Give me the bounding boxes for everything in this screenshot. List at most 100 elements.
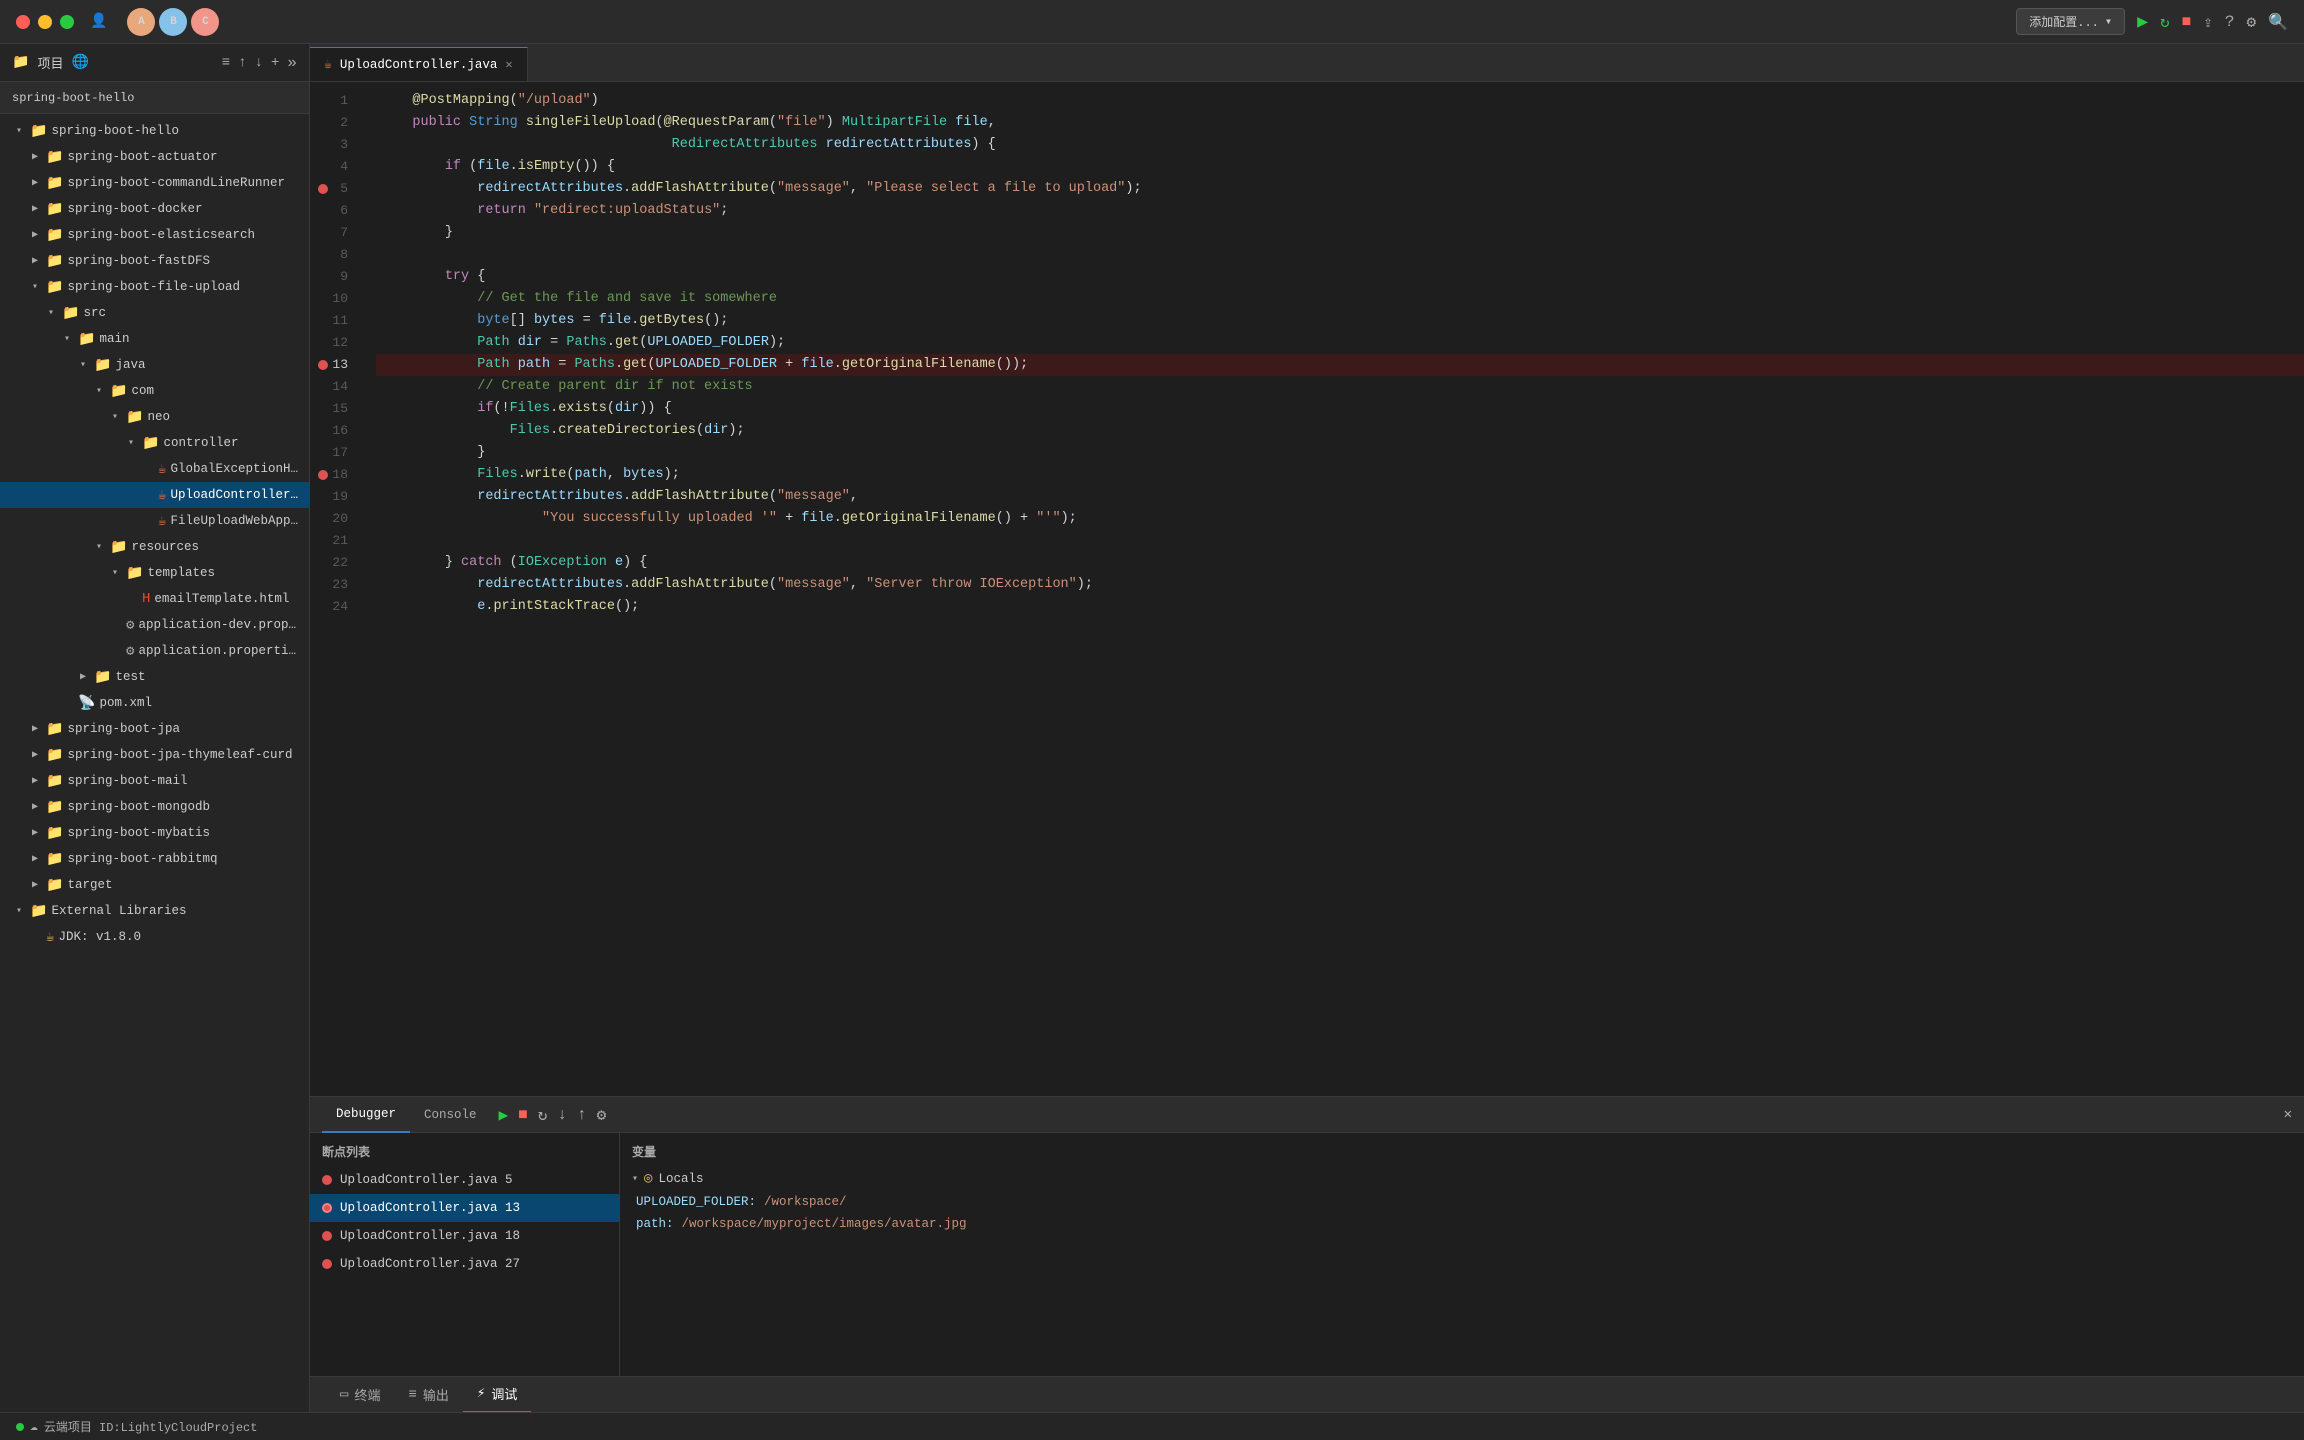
vars-group-locals[interactable]: ▾ ◎ Locals	[620, 1166, 2304, 1191]
line-num-20: 20	[310, 508, 360, 530]
tree-label: test	[115, 670, 145, 684]
tree-item-com[interactable]: ▾ 📁 com	[0, 378, 309, 404]
add-file-icon[interactable]: +	[271, 55, 279, 71]
tree-item-upload-controller[interactable]: ▶ ☕ UploadController.java	[0, 482, 309, 508]
minimize-button[interactable]	[38, 15, 52, 29]
collapse-sidebar-button[interactable]: »	[287, 54, 297, 72]
code-line-5: redirectAttributes.addFlashAttribute("me…	[376, 178, 2304, 200]
code-area[interactable]: @PostMapping("/upload") public String si…	[360, 82, 2304, 1096]
debug-resume-button[interactable]: ▶	[499, 1105, 509, 1125]
tree-label: JDK: v1.8.0	[58, 930, 141, 944]
status-cloud: ☁ 云端项目 ID:LightlyCloudProject	[16, 1418, 257, 1435]
avatar-2: B	[159, 8, 187, 36]
tree-item-neo[interactable]: ▾ 📁 neo	[0, 404, 309, 430]
file-tree: ▾ 📁 spring-boot-hello ▶ 📁 spring-boot-ac…	[0, 114, 309, 1412]
debug-step-into-button[interactable]: ↓	[557, 1106, 567, 1124]
reload-button[interactable]: ↻	[2160, 12, 2170, 32]
bottom-bar: ▭ 终端 ≡ 输出 ⚡ 调试	[310, 1376, 2304, 1412]
code-line-14: // Create parent dir if not exists	[376, 376, 2304, 398]
code-line-13: Path path = Paths.get(UPLOADED_FOLDER + …	[376, 354, 2304, 376]
tree-item-commandlinerunner[interactable]: ▶ 📁 spring-boot-commandLineRunner	[0, 170, 309, 196]
tab-output[interactable]: ≡ 输出	[394, 1377, 462, 1413]
tree-item-elasticsearch[interactable]: ▶ 📁 spring-boot-elasticsearch	[0, 222, 309, 248]
filter-icon[interactable]: ≡	[222, 55, 230, 71]
code-line-7: }	[376, 222, 2304, 244]
download-icon[interactable]: ↓	[255, 55, 263, 71]
tree-item-external-libs[interactable]: ▾ 📁 External Libraries	[0, 898, 309, 924]
tree-label: spring-boot-jpa-thymeleaf-curd	[67, 748, 292, 762]
tree-item-mail[interactable]: ▶ 📁 spring-boot-mail	[0, 768, 309, 794]
add-config-button[interactable]: 添加配置... ▾	[2016, 8, 2125, 35]
breakpoint-label-4: UploadController.java 27	[340, 1257, 520, 1271]
debug-step-out-button[interactable]: ↑	[577, 1106, 587, 1124]
tree-item-test[interactable]: ▶ 📁 test	[0, 664, 309, 690]
settings-icon[interactable]: ⚙	[2246, 12, 2256, 32]
tree-item-app-props[interactable]: ▶ ⚙ application.properties	[0, 638, 309, 664]
tree-item-java[interactable]: ▾ 📁 java	[0, 352, 309, 378]
breakpoint-item-3[interactable]: UploadController.java 18	[310, 1222, 619, 1250]
tab-close-button[interactable]: ✕	[505, 57, 512, 72]
tree-item-app-dev-props[interactable]: ▶ ⚙ application-dev.properties	[0, 612, 309, 638]
tree-item-main[interactable]: ▾ 📁 main	[0, 326, 309, 352]
sidebar: 📁 项目 🌐 ≡ ↑ ↓ + » spring-boot-hello ▾ 📁 s…	[0, 44, 310, 1412]
line-num-8: 8	[310, 244, 360, 266]
line-num-9: 9	[310, 266, 360, 288]
main-area: 📁 项目 🌐 ≡ ↑ ↓ + » spring-boot-hello ▾ 📁 s…	[0, 44, 2304, 1412]
code-line-16: Files.createDirectories(dir);	[376, 420, 2304, 442]
breakpoint-item-2[interactable]: UploadController.java 13	[310, 1194, 619, 1222]
tree-label-templates: templates	[147, 566, 215, 580]
tree-item-jpa-thymeleaf[interactable]: ▶ 📁 spring-boot-jpa-thymeleaf-curd	[0, 742, 309, 768]
tree-item-rabbitmq[interactable]: ▶ 📁 spring-boot-rabbitmq	[0, 846, 309, 872]
java-file-icon: ☕	[324, 57, 332, 72]
breakpoint-label-3: UploadController.java 18	[340, 1229, 520, 1243]
tree-item-mongodb[interactable]: ▶ 📁 spring-boot-mongodb	[0, 794, 309, 820]
tree-item-target[interactable]: ▶ 📁 target	[0, 872, 309, 898]
tab-upload-controller[interactable]: ☕ UploadController.java ✕	[310, 47, 528, 81]
tab-console[interactable]: Console	[410, 1097, 491, 1133]
breakpoints-title: 断点列表	[310, 1137, 619, 1166]
debug-panel-close-button[interactable]: ✕	[2284, 1106, 2292, 1123]
tree-item-templates[interactable]: ▾ 📁 templates	[0, 560, 309, 586]
search-icon[interactable]: 🔍	[2268, 12, 2288, 32]
tree-item-spring-boot-actuator[interactable]: ▶ 📁 spring-boot-actuator	[0, 144, 309, 170]
close-button[interactable]	[16, 15, 30, 29]
tree-item-controller[interactable]: ▾ 📁 controller	[0, 430, 309, 456]
tree-label: spring-boot-mail	[67, 774, 187, 788]
tree-item-fastdfs[interactable]: ▶ 📁 spring-boot-fastDFS	[0, 248, 309, 274]
tree-item-file-upload[interactable]: ▾ 📁 spring-boot-file-upload	[0, 274, 309, 300]
share-icon[interactable]: ⇪	[2203, 12, 2213, 32]
tree-item-email-template[interactable]: ▶ H emailTemplate.html	[0, 586, 309, 612]
vars-group-icon: ◎	[644, 1170, 652, 1187]
tree-item-mybatis[interactable]: ▶ 📁 spring-boot-mybatis	[0, 820, 309, 846]
tab-terminal[interactable]: ▭ 终端	[326, 1377, 394, 1413]
code-line-10: // Get the file and save it somewhere	[376, 288, 2304, 310]
breakpoint-item-4[interactable]: UploadController.java 27	[310, 1250, 619, 1278]
run-button[interactable]: ▶	[2137, 11, 2148, 33]
output-icon: ≡	[408, 1387, 416, 1403]
tree-item-resources[interactable]: ▾ 📁 resources	[0, 534, 309, 560]
sidebar-title: 项目	[37, 53, 63, 72]
tree-item-global-exception[interactable]: ▶ ☕ GlobalExceptionHandler.ja...	[0, 456, 309, 482]
tree-item-jpa[interactable]: ▶ 📁 spring-boot-jpa	[0, 716, 309, 742]
var-item-path: path: /workspace/myproject/images/avatar…	[620, 1213, 2304, 1235]
tree-item-jdk[interactable]: ▶ ☕ JDK: v1.8.0	[0, 924, 309, 950]
line-num-22: 22	[310, 552, 360, 574]
tab-debugger[interactable]: Debugger	[322, 1097, 410, 1133]
stop-button[interactable]: ■	[2182, 13, 2192, 31]
tree-item-docker[interactable]: ▶ 📁 spring-boot-docker	[0, 196, 309, 222]
tree-item-src[interactable]: ▾ 📁 src	[0, 300, 309, 326]
tab-debug[interactable]: ⚡ 调试	[463, 1377, 531, 1413]
upload-icon[interactable]: ↑	[238, 55, 246, 71]
code-line-8	[376, 244, 2304, 266]
debug-controls: ▶ ■ ↻ ↓ ↑ ⚙	[499, 1105, 607, 1125]
tree-label: main	[99, 332, 129, 346]
help-icon[interactable]: ?	[2225, 13, 2235, 31]
breakpoint-item-1[interactable]: UploadController.java 5	[310, 1166, 619, 1194]
tree-item-file-upload-app[interactable]: ▶ ☕ FileUploadWebApplication.ja...	[0, 508, 309, 534]
debug-settings-button[interactable]: ⚙	[597, 1105, 607, 1125]
maximize-button[interactable]	[60, 15, 74, 29]
tree-item-pom[interactable]: ▶ 📡 pom.xml	[0, 690, 309, 716]
debug-step-over-button[interactable]: ↻	[538, 1105, 548, 1125]
tree-item-spring-boot-hello[interactable]: ▾ 📁 spring-boot-hello	[0, 118, 309, 144]
debug-stop-button[interactable]: ■	[518, 1106, 528, 1124]
